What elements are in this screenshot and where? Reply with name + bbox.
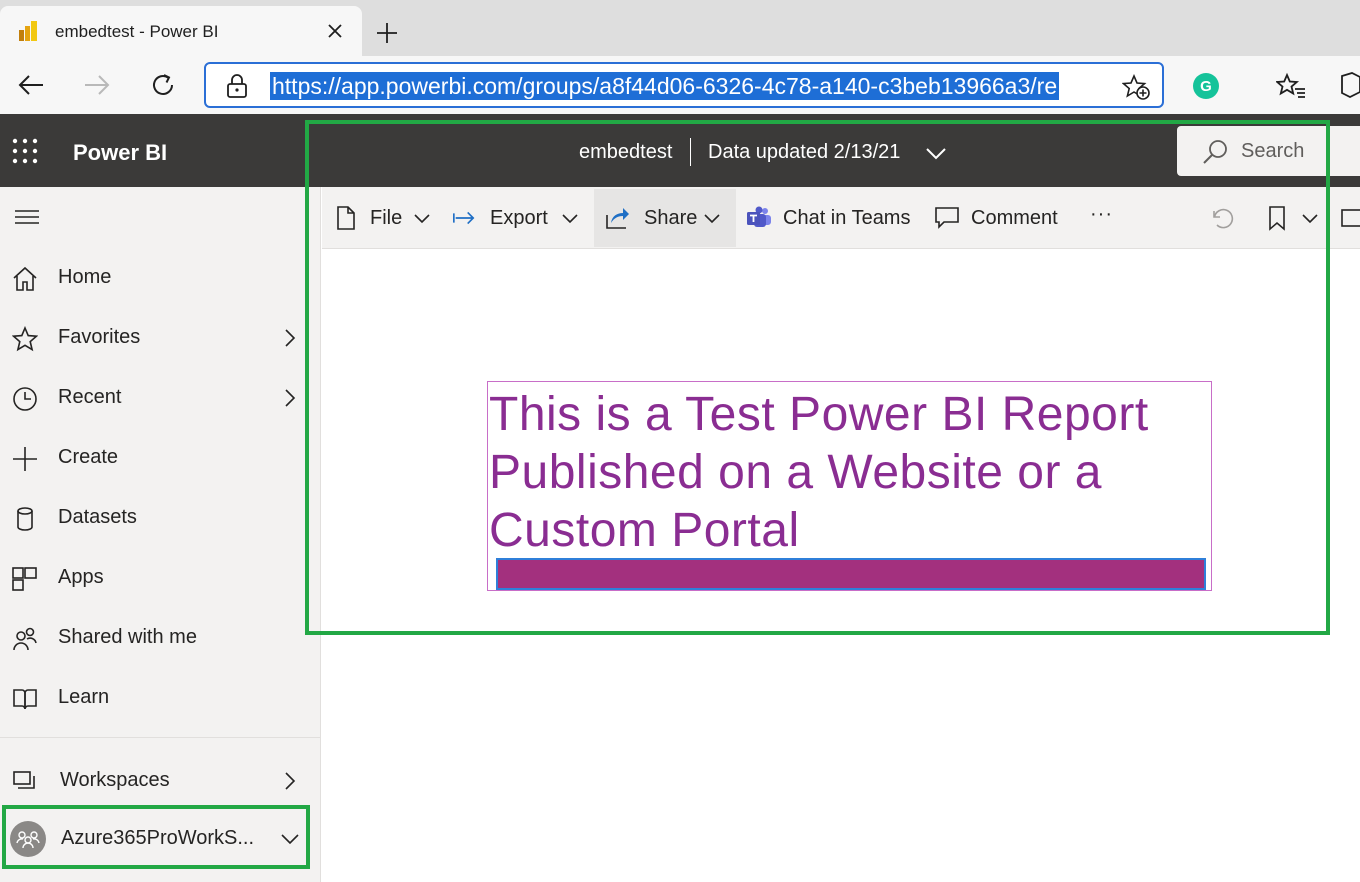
chevron-down-icon[interactable] — [924, 142, 948, 164]
sidebar-item-label: Datasets — [58, 506, 137, 528]
book-icon — [13, 689, 37, 710]
workspace-avatar — [10, 821, 46, 857]
more-options-icon: ··· — [1090, 203, 1113, 225]
refresh-icon[interactable] — [146, 68, 180, 102]
report-text-line: Custom Portal — [489, 504, 800, 557]
share-label: Share — [644, 207, 698, 229]
hamburger-menu-icon[interactable] — [14, 207, 40, 227]
sidebar-item-label: Shared with me — [58, 626, 197, 648]
teams-icon — [747, 206, 771, 227]
browser-toolbar: https://app.powerbi.com/groups/a8f44d06-… — [0, 56, 1360, 114]
url-text[interactable]: https://app.powerbi.com/groups/a8f44d06-… — [270, 72, 1060, 100]
sidebar-item-home[interactable]: Home — [0, 254, 320, 302]
chevron-down-icon — [414, 214, 430, 224]
group-icon — [16, 831, 40, 849]
tab-title: embedtest - Power BI — [55, 22, 219, 41]
favorites-list-icon[interactable] — [1276, 72, 1306, 100]
report-canvas: This is a Test Power BI Report Published… — [322, 249, 1360, 882]
sidebar-item-label: Recent — [58, 386, 122, 408]
sidebar-item-learn[interactable]: Learn — [0, 674, 320, 722]
sidebar-item-label: Workspaces — [60, 769, 170, 791]
sidebar-item-recent[interactable]: Recent — [0, 374, 320, 422]
search-label: Search — [1241, 140, 1305, 162]
database-icon — [17, 507, 33, 531]
file-menu-button[interactable]: File — [334, 187, 442, 249]
chevron-down-icon[interactable] — [1300, 209, 1320, 229]
powerbi-brand[interactable]: Power BI — [73, 140, 167, 166]
star-icon — [12, 326, 38, 352]
sidebar-item-apps[interactable]: Apps — [0, 554, 320, 602]
sidebar-item-label: Favorites — [58, 326, 141, 348]
address-bar[interactable]: https://app.powerbi.com/groups/a8f44d06-… — [204, 62, 1164, 108]
browser-tab-strip: embedtest - Power BI — [0, 0, 1360, 56]
comment-label: Comment — [971, 207, 1058, 229]
report-text-line: This is a Test Power BI Report — [489, 388, 1149, 441]
sidebar-item-create[interactable]: Create — [0, 434, 320, 482]
sidebar-item-workspaces[interactable]: Workspaces — [0, 757, 320, 805]
export-arrow-icon — [453, 211, 475, 225]
file-label: File — [370, 207, 403, 229]
screen: embedtest - Power BI https://app.powerbi… — [0, 0, 1360, 882]
clock-icon — [13, 387, 37, 411]
browser-collections-icon[interactable] — [1338, 70, 1360, 100]
chevron-right-icon[interactable] — [280, 769, 300, 793]
shared-icon — [13, 627, 37, 651]
chat-in-teams-button[interactable]: Chat in Teams — [746, 187, 918, 249]
search-icon — [1203, 140, 1227, 164]
current-workspace-label: Azure365ProWorkS... — [61, 827, 255, 849]
comment-button[interactable]: Comment — [934, 187, 1070, 249]
undo-icon[interactable] — [1208, 205, 1236, 233]
file-icon — [337, 206, 355, 230]
export-label: Export — [490, 207, 548, 229]
share-icon — [606, 208, 629, 229]
comment-icon — [935, 207, 959, 229]
chevron-down-icon — [562, 214, 578, 224]
report-shape-bar[interactable] — [496, 558, 1206, 590]
app-launcher-waffle-icon[interactable] — [12, 138, 38, 164]
chevron-down-icon — [704, 214, 720, 224]
sidebar-item-favorites[interactable]: Favorites — [0, 314, 320, 362]
sidebar-item-label: Create — [58, 446, 119, 468]
data-updated-text[interactable]: Data updated 2/13/21 — [708, 141, 900, 164]
chevron-right-icon[interactable] — [280, 386, 300, 410]
report-textbox-visual[interactable]: This is a Test Power BI Report Published… — [487, 381, 1212, 591]
sidebar-item-datasets[interactable]: Datasets — [0, 494, 320, 542]
add-favorite-star-icon[interactable] — [1122, 74, 1150, 100]
sidebar-item-shared-with-me[interactable]: Shared with me — [0, 614, 320, 662]
apps-icon — [12, 567, 37, 591]
report-command-bar: File Export Share Chat in Teams Comment … — [322, 187, 1360, 249]
report-text-line: Published on a Website or a — [489, 446, 1102, 499]
plus-icon — [13, 447, 37, 471]
current-workspace-selector[interactable]: Azure365ProWorkS... — [4, 807, 310, 869]
chevron-down-icon[interactable] — [278, 829, 302, 849]
sidebar-item-label: Learn — [58, 686, 110, 708]
grammarly-extension-icon[interactable]: G — [1193, 73, 1219, 99]
browser-tab[interactable]: embedtest - Power BI — [0, 6, 362, 56]
chevron-right-icon[interactable] — [280, 326, 300, 350]
home-icon — [13, 266, 37, 291]
title-separator — [690, 138, 691, 166]
forward-arrow-icon[interactable] — [80, 68, 114, 102]
report-textbox: This is a Test Power BI Report Published… — [489, 386, 1209, 560]
left-navigation: Home Favorites Recent Create Datasets Ap… — [0, 187, 321, 882]
search-box[interactable]: Search — [1177, 126, 1360, 176]
sidebar-item-label: Home — [58, 266, 112, 288]
sidebar-item-label: Apps — [58, 566, 104, 588]
powerbi-favicon-icon — [19, 21, 37, 41]
more-options-button[interactable]: ··· — [1086, 187, 1126, 249]
tab-close-icon[interactable] — [322, 18, 348, 44]
lock-icon[interactable] — [226, 74, 248, 98]
new-tab-icon[interactable] — [372, 18, 402, 48]
powerbi-header: Power BI embedtest Data updated 2/13/21 … — [0, 114, 1360, 187]
workspaces-icon — [13, 771, 35, 789]
back-arrow-icon[interactable] — [14, 68, 48, 102]
share-menu-button[interactable]: Share — [604, 187, 732, 249]
export-menu-button[interactable]: Export — [452, 187, 584, 249]
report-name: embedtest — [579, 141, 673, 163]
chat-in-teams-label: Chat in Teams — [783, 207, 911, 229]
view-icon[interactable] — [1340, 207, 1360, 231]
bookmark-icon[interactable] — [1266, 205, 1288, 231]
sidebar-divider — [0, 737, 320, 738]
